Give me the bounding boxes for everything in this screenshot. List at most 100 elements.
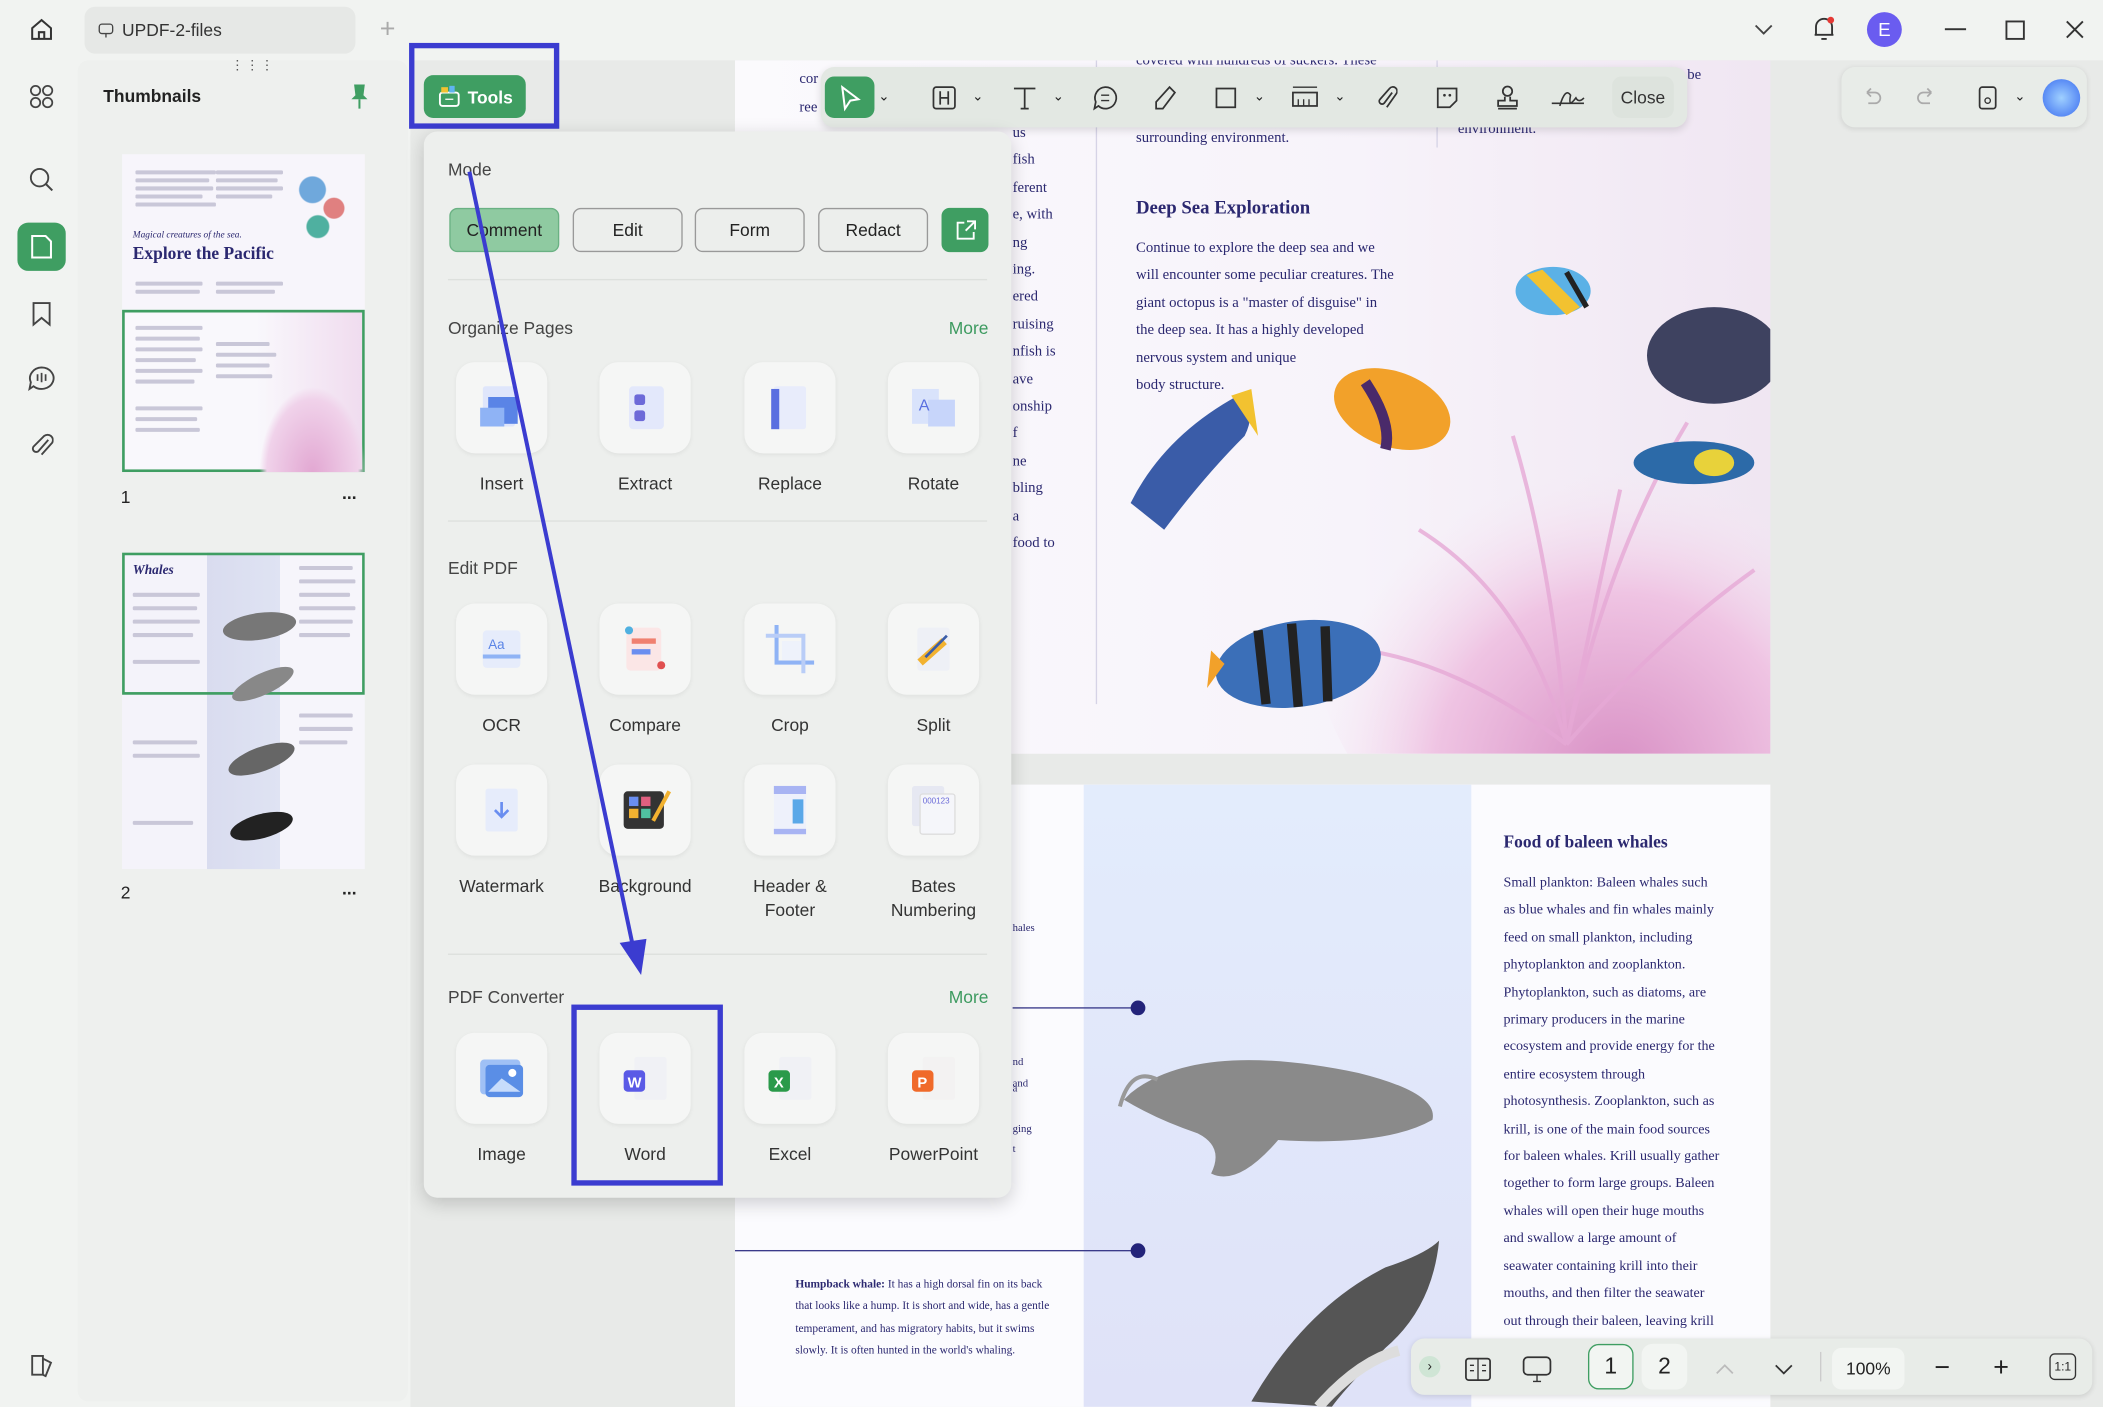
pdf-converter-title: PDF Converter — [448, 987, 564, 1007]
image-tool-button[interactable] — [456, 1033, 547, 1124]
page-thumbnail-1[interactable]: Magical creatures of the sea. Explore th… — [122, 154, 365, 472]
redo-icon[interactable] — [1911, 76, 1941, 118]
fish-icon — [1516, 267, 1591, 315]
maximize-icon[interactable] — [2001, 16, 2028, 43]
bell-icon[interactable] — [1809, 13, 1839, 45]
search-icon[interactable] — [27, 165, 57, 195]
text-line: whales will open their huge mouths — [1503, 1199, 1719, 1226]
excel-tool-button[interactable]: X — [744, 1033, 835, 1124]
previous-page-icon[interactable] — [1711, 1348, 1738, 1390]
close-window-icon[interactable] — [2061, 16, 2088, 43]
split-tool-button[interactable] — [888, 604, 979, 695]
zoom-in-icon[interactable]: + — [1988, 1348, 2015, 1390]
open-external-button[interactable] — [942, 208, 989, 252]
mode-redact-button[interactable]: Redact — [818, 208, 928, 252]
header-footer-tool-button[interactable] — [744, 764, 835, 855]
chevron-down-icon[interactable]: ⌄ — [1333, 76, 1346, 118]
crop-tool-button[interactable] — [744, 604, 835, 695]
stamp-icon[interactable] — [1491, 76, 1523, 118]
powerpoint-tool-button[interactable]: P — [888, 1033, 979, 1124]
page1-left-column-fragments: usfishferente, withnging.eredruisingnfis… — [1013, 119, 1056, 557]
converter-more-link[interactable]: More — [949, 987, 989, 1007]
page-2-more-button[interactable]: ... — [342, 878, 357, 898]
excel-label: Excel — [716, 1143, 864, 1167]
text-line: together to form large groups. Baleen — [1503, 1171, 1719, 1198]
page-button-1[interactable]: 1 — [1588, 1344, 1634, 1390]
document-tab[interactable]: UPDF-2-files — [84, 7, 355, 54]
page-layout-icon[interactable] — [1462, 1348, 1494, 1390]
chevron-down-icon[interactable]: ⌄ — [1253, 76, 1266, 118]
replace-tool-button[interactable] — [744, 362, 835, 453]
thumbnails-title: Thumbnails — [103, 86, 201, 106]
avatar[interactable]: E — [1867, 12, 1902, 47]
organize-more-link[interactable]: More — [949, 318, 989, 338]
extract-tool-button[interactable] — [600, 362, 691, 453]
new-tab-plus-icon[interactable]: + — [376, 16, 400, 43]
select-tool-button[interactable] — [825, 76, 875, 118]
chevron-down-icon[interactable]: ⌄ — [877, 76, 890, 118]
minimize-icon[interactable] — [1942, 16, 1969, 43]
close-toolbar-button[interactable]: Close — [1612, 76, 1674, 118]
thumbnails-icon[interactable] — [17, 223, 65, 271]
text-fragment: hales — [1013, 915, 1035, 942]
chevron-down-icon[interactable]: ⌄ — [2013, 76, 2026, 118]
comments-icon[interactable] — [25, 363, 57, 393]
note-icon[interactable] — [1089, 76, 1121, 118]
text-line: fish — [1013, 147, 1056, 174]
chevron-down-icon[interactable]: ⌄ — [1052, 76, 1065, 118]
signature-icon[interactable] — [1548, 76, 1588, 118]
undo-icon[interactable] — [1858, 76, 1888, 118]
presentation-icon[interactable] — [1521, 1348, 1553, 1390]
expand-icon[interactable]: › — [1419, 1356, 1440, 1377]
page-1-more-button[interactable]: ... — [342, 483, 357, 503]
split-icon — [907, 622, 961, 676]
text-line: ferent — [1013, 174, 1056, 201]
attachment-icon[interactable] — [27, 431, 57, 461]
page-thumbnail-2[interactable]: Whales — [122, 553, 365, 870]
zoom-level[interactable]: 100% — [1832, 1348, 1904, 1390]
text-line: Continue to explore the deep sea and we — [1136, 235, 1394, 262]
bates-tool-button[interactable]: 000123 — [888, 764, 979, 855]
compare-tool-button[interactable] — [600, 604, 691, 695]
page-button-2[interactable]: 2 — [1642, 1344, 1688, 1390]
apps-grid-icon[interactable] — [27, 82, 57, 112]
page-number-1: 1 — [121, 487, 131, 507]
text-line: feed on small plankton, including — [1503, 925, 1719, 952]
text-line: Phytoplankton, such as diatoms, are — [1503, 980, 1719, 1007]
zoom-out-icon[interactable]: − — [1929, 1348, 1956, 1390]
page2-heading: Food of baleen whales — [1503, 832, 1667, 853]
chevron-down-icon[interactable] — [1750, 16, 1777, 43]
mode-form-button[interactable]: Form — [695, 208, 805, 252]
text-tool-icon[interactable] — [1009, 76, 1041, 118]
mode-edit-button[interactable]: Edit — [573, 208, 683, 252]
actual-size-button[interactable]: 1:1 — [2049, 1353, 2076, 1380]
next-page-icon[interactable] — [1770, 1348, 1797, 1390]
ocr-tool-button[interactable]: Aa — [456, 604, 547, 695]
text-line: entire ecosystem through — [1503, 1062, 1719, 1089]
chevron-down-icon[interactable]: ⌄ — [971, 76, 984, 118]
highlight-tool-icon[interactable] — [928, 76, 960, 118]
attachment-icon[interactable] — [1371, 76, 1403, 118]
pin-icon[interactable] — [347, 82, 371, 112]
background-tool-button[interactable] — [600, 764, 691, 855]
home-icon[interactable] — [25, 13, 57, 45]
layers-icon[interactable] — [27, 1351, 57, 1381]
watermark-tool-button[interactable] — [456, 764, 547, 855]
ai-assistant-icon[interactable] — [2043, 76, 2081, 118]
insert-tool-button[interactable] — [456, 362, 547, 453]
rectangle-icon[interactable] — [1210, 76, 1242, 118]
bates-label: Bates Numbering — [873, 874, 994, 922]
rotate-tool-button[interactable]: A — [888, 362, 979, 453]
bookmark-icon[interactable] — [27, 299, 57, 329]
measure-icon[interactable] — [1288, 76, 1323, 118]
save-icon[interactable] — [1973, 76, 2003, 118]
mode-comment-button[interactable]: Comment — [449, 208, 559, 252]
background-icon — [618, 783, 672, 837]
text-line: ing. — [1013, 256, 1056, 283]
pencil-icon[interactable] — [1149, 76, 1181, 118]
svg-text:000123: 000123 — [923, 796, 950, 805]
panel-drag-handle[interactable]: ⋮⋮⋮ — [231, 59, 275, 74]
sticker-icon[interactable] — [1431, 76, 1463, 118]
replace-label: Replace — [716, 472, 864, 496]
humpback-paragraph: Humpback whale: It has a high dorsal fin… — [795, 1273, 1050, 1360]
